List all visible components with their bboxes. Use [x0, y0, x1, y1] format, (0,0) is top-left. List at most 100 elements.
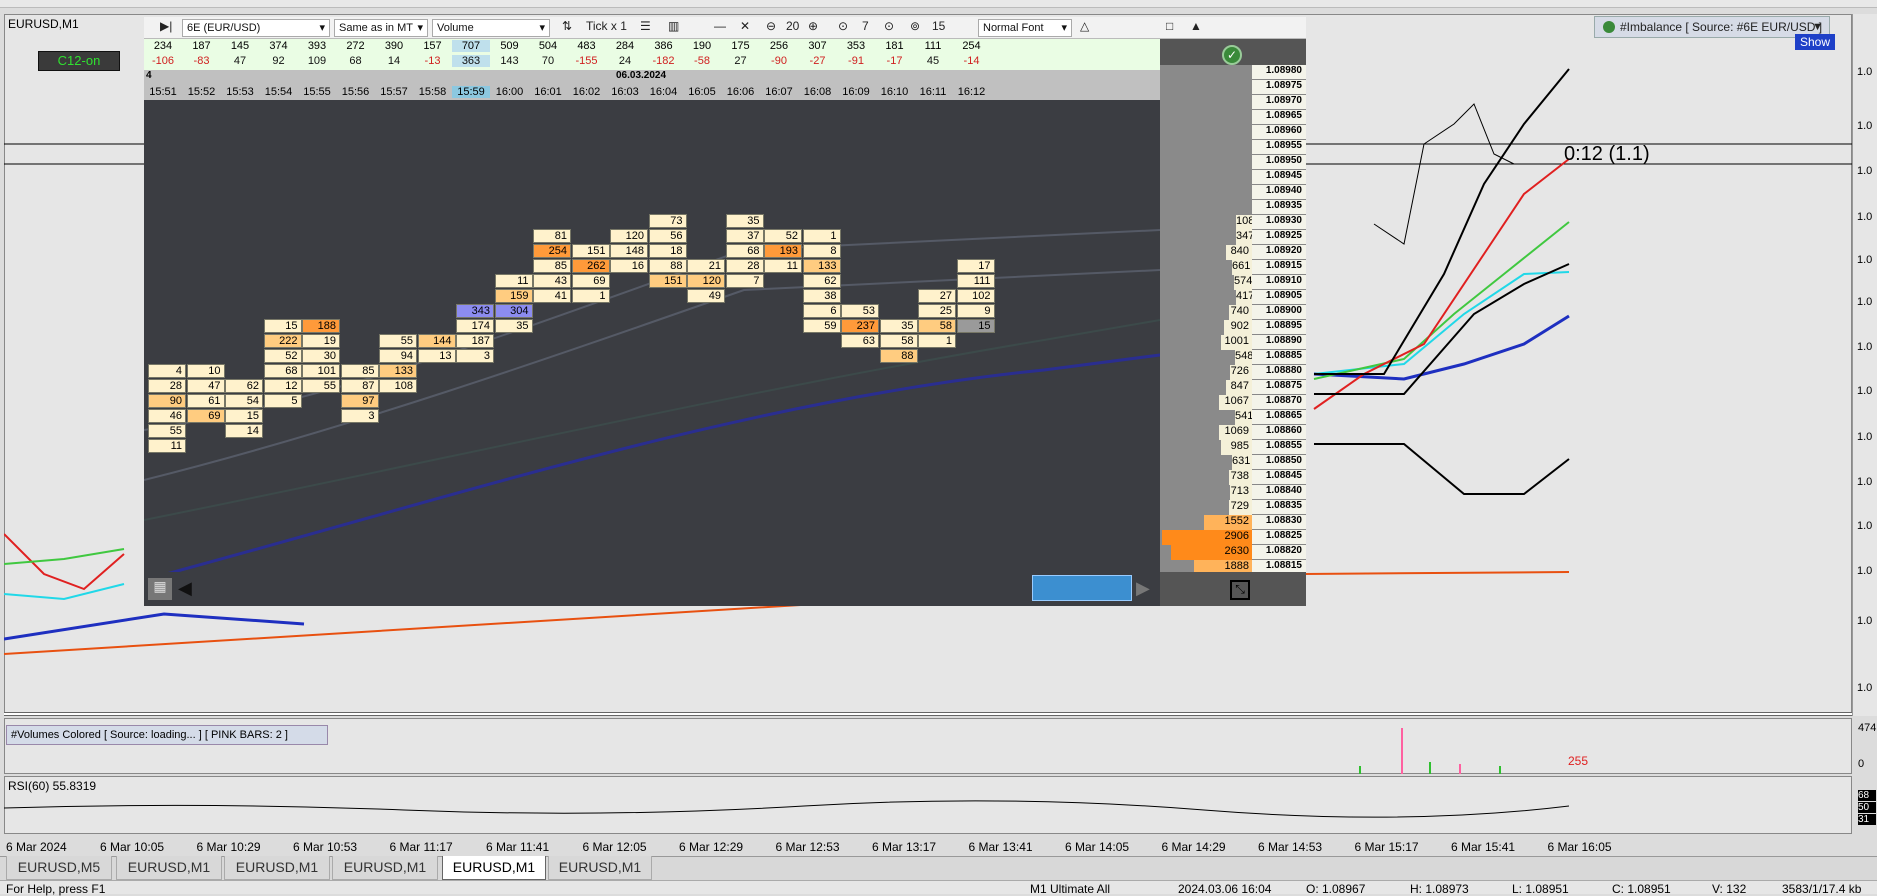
- bar-chart-icon[interactable]: ▥: [668, 19, 679, 33]
- volume-profile-bar: 574: [1234, 275, 1252, 290]
- zoom-value: 20: [786, 19, 800, 33]
- price-tick-label: 1.0: [1857, 385, 1873, 397]
- chevron-down-icon: ▾: [1061, 22, 1067, 34]
- chart-tab[interactable]: EURUSD,M1: [332, 856, 438, 880]
- play-icon[interactable]: ▶|: [160, 19, 172, 33]
- time-label: 15:52: [187, 86, 216, 98]
- scroll-right-icon[interactable]: ▶: [1136, 578, 1154, 600]
- check-icon[interactable]: ✓: [1222, 45, 1242, 65]
- rsi-level-label: 50: [1858, 802, 1876, 813]
- footprint-cell: 10: [186, 364, 225, 378]
- chart-tab[interactable]: EURUSD,M1: [224, 856, 330, 880]
- rsi-label: RSI(60) 55.8319: [8, 779, 97, 793]
- footprint-cell: 15: [956, 319, 995, 333]
- volume-profile-bar: 726: [1230, 365, 1252, 380]
- volume-profile-bar: 1069: [1219, 425, 1252, 440]
- time-axis-label: 6 Mar 14:29: [1161, 840, 1226, 854]
- warning-icon[interactable]: △: [1080, 19, 1089, 33]
- delta-cell: -17: [886, 55, 903, 67]
- mode-select[interactable]: Volume ▾: [432, 19, 550, 37]
- volume-cell: 707: [452, 40, 490, 52]
- instrument-select[interactable]: 6E (EUR/USD) ▾: [182, 19, 330, 37]
- time-axis-label: 6 Mar 15:17: [1354, 840, 1419, 854]
- volume-profile-bar: 902: [1224, 320, 1252, 335]
- maximize-icon[interactable]: □: [1166, 19, 1173, 33]
- price-tick-label: 1.0: [1857, 431, 1873, 443]
- zoom-out-icon[interactable]: ⊖: [766, 19, 776, 33]
- calendar-icon[interactable]: ▦: [148, 578, 172, 600]
- chevron-down-icon: ▾: [539, 22, 545, 34]
- price-level: 1.08965: [1252, 110, 1306, 125]
- font-select[interactable]: Normal Font ▾: [978, 19, 1072, 37]
- volumes-indicator-label[interactable]: #Volumes Colored [ Source: loading... ] …: [6, 725, 328, 745]
- delta-cell: -106: [151, 55, 175, 67]
- chart-tab[interactable]: EURUSD,M1: [442, 856, 546, 880]
- collapse-up-icon[interactable]: ▲: [1190, 19, 1202, 33]
- time-axis-label: 6 Mar 10:53: [293, 840, 358, 854]
- sort-icon[interactable]: ⇅: [562, 19, 572, 33]
- footprint-cell: 3: [340, 409, 379, 423]
- scale-select[interactable]: Same as in MT ▾: [334, 19, 428, 37]
- price-level: 1.08895: [1252, 320, 1306, 335]
- price-tick-label: 1.0: [1857, 66, 1873, 78]
- footprint-cell: 13: [417, 349, 456, 363]
- price-level: 1.08915: [1252, 260, 1306, 275]
- footprint-cell: 88: [879, 349, 918, 363]
- date-bar: 4 06.03.2024: [144, 70, 1160, 84]
- delta-cell: 143: [500, 55, 519, 67]
- bollinger-upper: [1314, 68, 1570, 375]
- delta-cell: 68: [349, 55, 362, 67]
- ma-blue-line-left: [4, 612, 305, 641]
- pane-separator[interactable]: [4, 712, 1852, 716]
- volume-cell: 157: [423, 40, 442, 52]
- footprint-cell: 28: [725, 259, 764, 273]
- delta-cell: 14: [387, 55, 401, 67]
- delta-cell: 27: [734, 55, 747, 67]
- time-axis-label: 6 Mar 16:05: [1547, 840, 1612, 854]
- delta-cell: 24: [618, 55, 632, 67]
- time-label: 16:10: [880, 86, 909, 98]
- rsi-level-label: 31: [1858, 814, 1876, 825]
- chevron-circle-icon[interactable]: ⊙: [838, 19, 848, 33]
- footprint-cell: 30: [302, 349, 340, 363]
- price-level: 1.08950: [1252, 155, 1306, 170]
- footprint-cell: 68: [263, 364, 302, 378]
- chart-tab[interactable]: EURUSD,M1: [116, 856, 222, 880]
- settings-icon[interactable]: ☰: [640, 19, 651, 33]
- price-level: 1.08860: [1252, 425, 1306, 440]
- time-label: 15:56: [341, 86, 370, 98]
- up-circle-icon[interactable]: ⊙: [884, 19, 894, 33]
- footprint-cell: 69: [186, 409, 225, 423]
- footprint-cell: 15: [263, 319, 302, 333]
- timeline-scrollbar[interactable]: ▦ ◀ ▶: [144, 572, 1160, 606]
- delta-cell: 45: [926, 55, 940, 67]
- volume-cell: 509: [500, 40, 519, 52]
- time-label: 16:05: [688, 86, 716, 98]
- footprint-cell: 193: [764, 244, 802, 258]
- resize-icon[interactable]: ⤡: [1230, 580, 1250, 600]
- chart-tab[interactable]: EURUSD,M1: [548, 856, 652, 880]
- scroll-left-icon[interactable]: ◀: [178, 578, 196, 600]
- scroll-thumb[interactable]: [1032, 575, 1132, 601]
- footprint-cell: 61: [186, 394, 225, 408]
- level-icon[interactable]: ⊚: [910, 19, 920, 33]
- footprint-cell: 237: [841, 319, 879, 333]
- chart-tab[interactable]: EURUSD,M5: [6, 856, 112, 880]
- delta-cell: 363: [452, 55, 490, 67]
- volume-cell: 353: [846, 40, 866, 52]
- show-button[interactable]: Show: [1795, 34, 1835, 50]
- volume-cell: 483: [577, 40, 596, 52]
- chevron-down-icon: ▾: [417, 22, 423, 34]
- footprint-cell: 68: [725, 244, 764, 258]
- volume-profile-bar: 347: [1236, 230, 1254, 245]
- zoom-in-icon[interactable]: ⊕: [808, 19, 818, 33]
- volume-cell: 111: [924, 40, 942, 52]
- close-icon[interactable]: ✕: [740, 19, 750, 33]
- price-level: 1.08855: [1252, 440, 1306, 455]
- volume-last-value: 255: [1568, 754, 1589, 768]
- minus-icon[interactable]: —: [714, 19, 726, 33]
- footprint-cell: 46: [148, 409, 186, 423]
- price-level: 1.08880: [1252, 365, 1306, 380]
- chevron-down-icon: ▾: [319, 22, 325, 34]
- footprint-cell: 151: [571, 244, 610, 258]
